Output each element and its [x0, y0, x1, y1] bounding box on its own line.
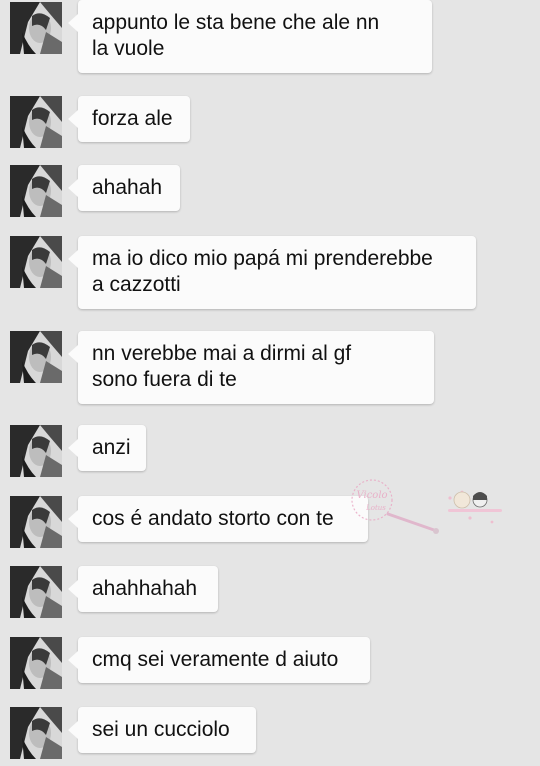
message-text: a cazzotti [92, 273, 181, 296]
message-text: sono fuera di te [92, 368, 237, 391]
watermark-text-main: Vicolo [356, 490, 387, 501]
watermark-text-sub: Lotus [365, 504, 386, 512]
message-text: nn verebbe mai a dirmi al gf [92, 342, 352, 365]
contact-photo-icon[interactable] [10, 566, 62, 618]
message-bubble[interactable]: forza ale [68, 96, 190, 142]
contact-photo-icon[interactable] [10, 331, 62, 383]
contact-photo-icon[interactable] [10, 425, 62, 477]
message-text: ahahah [92, 176, 163, 199]
message-text: anzi [92, 436, 131, 459]
message-text: appunto le sta bene che ale nn [92, 11, 380, 34]
contact-photo-icon[interactable] [10, 2, 62, 54]
message-text: cos é andato storto con te [92, 507, 334, 530]
message-bubble[interactable]: sei un cucciolo [68, 707, 256, 753]
message-bubble[interactable]: nn verebbe mai a dirmi al gf sono fuera … [68, 331, 434, 404]
chat-conversation: appunto le sta bene che ale nn la vuole … [0, 0, 540, 766]
contact-photo-icon[interactable] [10, 236, 62, 288]
message-bubble[interactable]: cmq sei veramente d aiuto [68, 637, 370, 683]
watermark-logo: Vicolo Lotus [351, 479, 502, 534]
message-bubble[interactable]: ma io dico mio papá mi prenderebbe a caz… [68, 236, 476, 309]
message-text: cmq sei veramente d aiuto [92, 648, 339, 671]
message-bubble[interactable]: cos é andato storto con te [68, 496, 368, 542]
message-text: forza ale [92, 107, 173, 130]
message-bubble[interactable]: ahahah [68, 165, 180, 211]
contact-photo-icon[interactable] [10, 637, 62, 689]
message-bubble[interactable]: appunto le sta bene che ale nn la vuole [68, 0, 432, 73]
contact-photo-icon[interactable] [10, 496, 62, 548]
message-text: ahahhahah [92, 577, 198, 600]
contact-photo-icon[interactable] [10, 707, 62, 759]
message-text: la vuole [92, 37, 165, 60]
message-bubble[interactable]: anzi [68, 425, 146, 471]
message-text: sei un cucciolo [92, 718, 230, 741]
message-bubble[interactable]: ahahhahah [68, 566, 218, 612]
message-text: ma io dico mio papá mi prenderebbe [92, 247, 433, 270]
contact-photo-icon[interactable] [10, 165, 62, 217]
contact-photo-icon[interactable] [10, 96, 62, 148]
